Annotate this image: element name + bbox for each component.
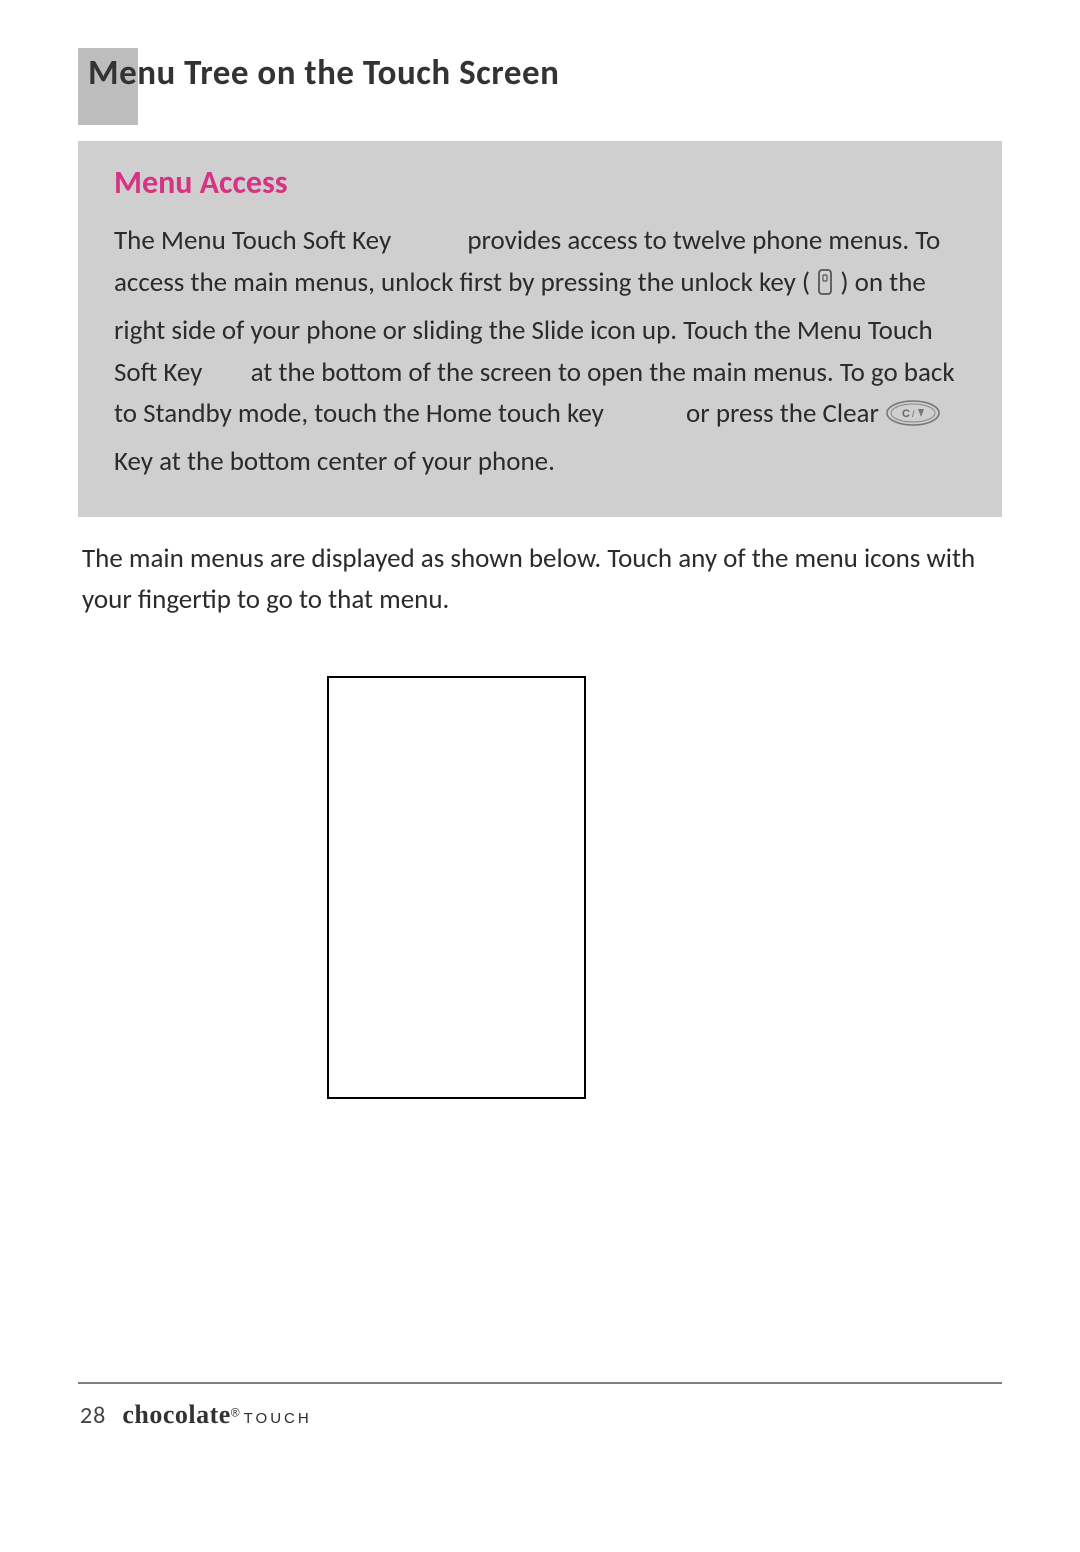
lock-icon (816, 267, 834, 310)
registered-mark: ® (231, 1406, 240, 1420)
page-title: Menu Tree on the Touch Screen (88, 48, 559, 94)
brand-block: chocolate® TOUCH (122, 1400, 311, 1430)
svg-text:C: C (902, 408, 910, 420)
footer-rule (78, 1382, 1002, 1384)
footer: 28 chocolate® TOUCH (80, 1400, 312, 1430)
brand-name: chocolate (122, 1400, 230, 1429)
clear-key-icon: C / (885, 398, 941, 441)
info-callout: Menu Access The Menu Touch Soft Key prov… (78, 141, 1002, 517)
callout-text-6: Key at the bottom center of your phone. (114, 445, 555, 478)
callout-body: The Menu Touch Soft Key provides access … (114, 220, 966, 483)
phone-screenshot-placeholder (327, 676, 586, 1099)
callout-text-5: or press the Clear (680, 397, 885, 430)
page-number: 28 (80, 1401, 106, 1430)
callout-heading: Menu Access (114, 163, 966, 202)
callout-text-1: The Menu Touch Soft Key (114, 224, 397, 257)
brand-subtitle: TOUCH (244, 1410, 312, 1427)
manual-page: Menu Tree on the Touch Screen Menu Acces… (0, 0, 1080, 1552)
header-row: Menu Tree on the Touch Screen (78, 48, 1002, 125)
body-paragraph: The main menus are displayed as shown be… (78, 539, 1002, 620)
